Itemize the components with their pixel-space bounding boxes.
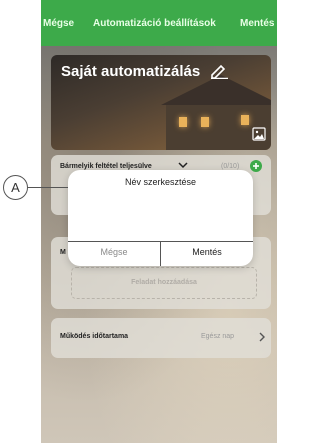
duration-label: Működés időtartama: [60, 333, 129, 340]
plus-icon[interactable]: [250, 160, 262, 172]
condition-count: (0/10): [221, 163, 240, 170]
chevron-right-icon[interactable]: [259, 332, 265, 342]
callout-marker: A: [3, 175, 28, 200]
house-window: [241, 115, 249, 125]
name-input[interactable]: [80, 192, 241, 240]
top-bar: Mégse Automatizáció beállítások Mentés: [41, 0, 277, 46]
house-window: [179, 117, 187, 127]
topbar-cancel-button[interactable]: Mégse: [43, 18, 74, 29]
rename-dialog: Név szerkesztése Mégse Mentés: [68, 170, 253, 266]
automation-name: Saját automatizálás: [61, 63, 201, 80]
callout-leader-line: [27, 187, 68, 188]
page-title: Automatizáció beállítások: [93, 18, 216, 29]
add-task-button[interactable]: Feladat hozzáadása: [71, 267, 257, 299]
house-window: [201, 117, 209, 127]
topbar-save-button[interactable]: Mentés: [240, 18, 274, 29]
image-icon[interactable]: [252, 127, 266, 141]
condition-mode-label[interactable]: Bármelyik feltétel teljesülve: [60, 163, 152, 170]
task-section-label: M: [60, 249, 66, 256]
duration-value: Egész nap: [201, 333, 235, 340]
dialog-save-button[interactable]: Mentés: [161, 247, 253, 257]
automation-header-card: Saját automatizálás: [51, 55, 271, 150]
duration-card[interactable]: Működés időtartama Egész nap: [51, 318, 271, 358]
dialog-cancel-button[interactable]: Mégse: [68, 247, 160, 257]
edit-icon[interactable]: [209, 63, 229, 79]
chevron-down-icon[interactable]: [178, 161, 188, 169]
dialog-title: Név szerkesztése: [124, 177, 197, 187]
